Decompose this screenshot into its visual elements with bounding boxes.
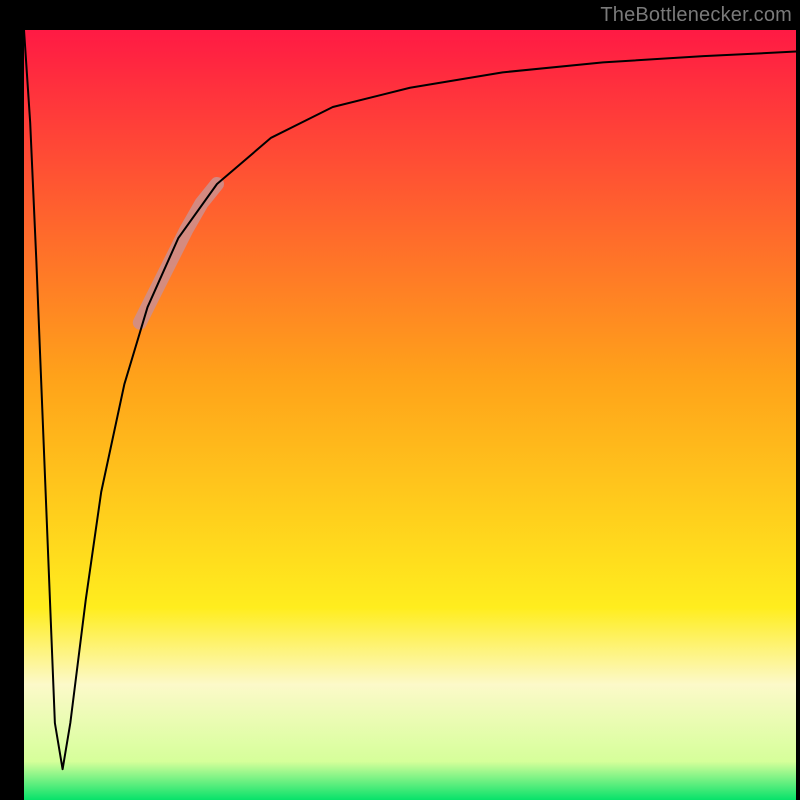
attribution-text: TheBottleneсker.com: [600, 4, 792, 27]
chart-svg: [0, 0, 800, 800]
bottleneck-chart: TheBottleneсker.com: [0, 0, 800, 800]
plot-background: [24, 30, 796, 800]
